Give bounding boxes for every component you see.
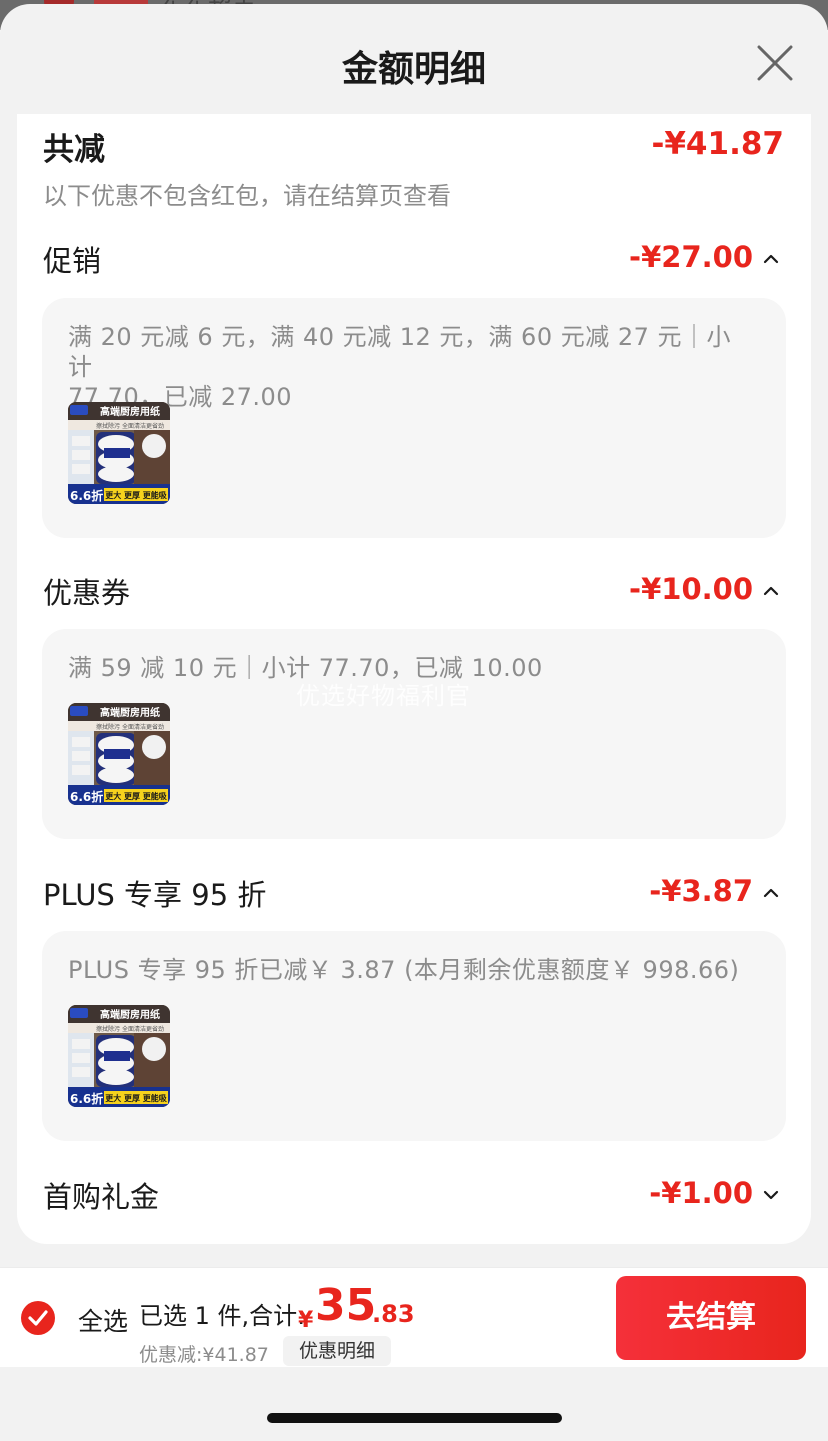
- check-circle-icon[interactable]: [20, 1300, 56, 1336]
- plus-detail-text: PLUS 专享 95 折已减￥ 3.87 (本月剩余优惠额度￥ 998.66): [68, 956, 740, 984]
- detail-line: 满 20 元减 6 元，满 40 元减 12 元，满 60 元减 27 元｜小计: [68, 323, 732, 381]
- promotion-detail-text: 满 20 元减 6 元，满 40 元减 12 元，满 60 元减 27 元｜小计…: [68, 322, 748, 412]
- total-currency: ¥: [298, 1308, 314, 1333]
- thumb-discount: 6.6折: [70, 789, 103, 804]
- section-amount: -¥27.00: [629, 240, 753, 274]
- product-thumbnail[interactable]: 高端厨房用纸 擦拭除污 全面清洁更省劲 6.6折 更大 更厚 更能吸: [68, 703, 170, 805]
- product-image: 高端厨房用纸 擦拭除污 全面清洁更省劲 6.6折 更大 更厚 更能吸: [68, 1005, 170, 1107]
- total-label: 共减: [43, 132, 105, 168]
- thumb-discount: 6.6折: [70, 488, 103, 503]
- chevron-up-icon[interactable]: [761, 886, 781, 900]
- thumb-header: 高端厨房用纸: [100, 405, 160, 418]
- checkout-bar: 全选 已选 1 件,合计: ¥ 35 .83 优惠减:¥41.87 优惠明细 去…: [0, 1267, 828, 1367]
- thumb-subheader: 擦拭除污 全面清洁更省劲: [96, 1025, 164, 1033]
- section-amount: -¥3.87: [649, 874, 753, 908]
- thumb-tagline: 更大 更厚 更能吸: [105, 490, 167, 500]
- section-amount: -¥10.00: [629, 572, 753, 606]
- total-integer: 35: [315, 1280, 377, 1331]
- product-image: 高端厨房用纸 擦拭除污 全面清洁更省劲 6.6折 更大 更厚 更能吸: [68, 703, 170, 805]
- product-image: 高端厨房用纸 擦拭除污 全面清洁更省劲 6.6折 更大 更厚 更能吸: [68, 402, 170, 504]
- thumb-header: 高端厨房用纸: [100, 1008, 160, 1021]
- section-title: 优惠券: [43, 576, 131, 610]
- thumb-discount: 6.6折: [70, 1091, 103, 1106]
- discount-summary: 优惠减:¥41.87: [139, 1344, 269, 1366]
- checkout-button[interactable]: 去结算: [616, 1276, 806, 1360]
- selected-summary: 已选 1 件,合计:: [139, 1302, 306, 1330]
- product-thumbnail[interactable]: 高端厨房用纸 擦拭除污 全面清洁更省劲 6.6折 更大 更厚 更能吸: [68, 1005, 170, 1107]
- product-thumbnail[interactable]: 高端厨房用纸 擦拭除污 全面清洁更省劲 6.6折 更大 更厚 更能吸: [68, 402, 170, 504]
- discount-detail-button[interactable]: 优惠明细: [283, 1336, 391, 1366]
- thumb-tagline: 更大 更厚 更能吸: [105, 1093, 167, 1103]
- watermark: 优选好物福利官: [296, 682, 471, 710]
- close-icon[interactable]: [752, 40, 798, 86]
- section-amount: -¥1.00: [649, 1176, 753, 1210]
- thumb-subheader: 擦拭除污 全面清洁更省劲: [96, 422, 164, 430]
- total-note: 以下优惠不包含红包，请在结算页查看: [43, 182, 451, 210]
- total-amount: -¥41.87: [651, 126, 785, 162]
- total-decimal: .83: [372, 1300, 415, 1328]
- section-title: 首购礼金: [43, 1180, 160, 1214]
- thumb-header: 高端厨房用纸: [100, 706, 160, 719]
- coupon-detail-box: 满 59 减 10 元｜小计 77.70，已减 10.00 高端厨房用纸 擦拭除…: [42, 629, 786, 839]
- detail-line: 77.70，已减 27.00: [68, 383, 293, 411]
- section-title: 促销: [43, 244, 102, 278]
- chevron-down-icon[interactable]: [761, 1188, 781, 1202]
- plus-detail-box: PLUS 专享 95 折已减￥ 3.87 (本月剩余优惠额度￥ 998.66) …: [42, 931, 786, 1141]
- select-all-label[interactable]: 全选: [78, 1302, 128, 1338]
- section-title: PLUS 专享 95 折: [43, 878, 267, 912]
- promotion-detail-box: 满 20 元减 6 元，满 40 元减 12 元，满 60 元减 27 元｜小计…: [42, 298, 786, 538]
- thumb-subheader: 擦拭除污 全面清洁更省劲: [96, 723, 164, 731]
- chevron-up-icon[interactable]: [761, 252, 781, 266]
- amount-detail-sheet: 金额明细 共减 -¥41.87 以下优惠不包含红包，请在结算页查看 促销 -¥2…: [0, 4, 828, 1441]
- sheet-title: 金额明细: [341, 49, 486, 90]
- chevron-up-icon[interactable]: [761, 584, 781, 598]
- thumb-tagline: 更大 更厚 更能吸: [105, 791, 167, 801]
- home-indicator[interactable]: [267, 1413, 562, 1423]
